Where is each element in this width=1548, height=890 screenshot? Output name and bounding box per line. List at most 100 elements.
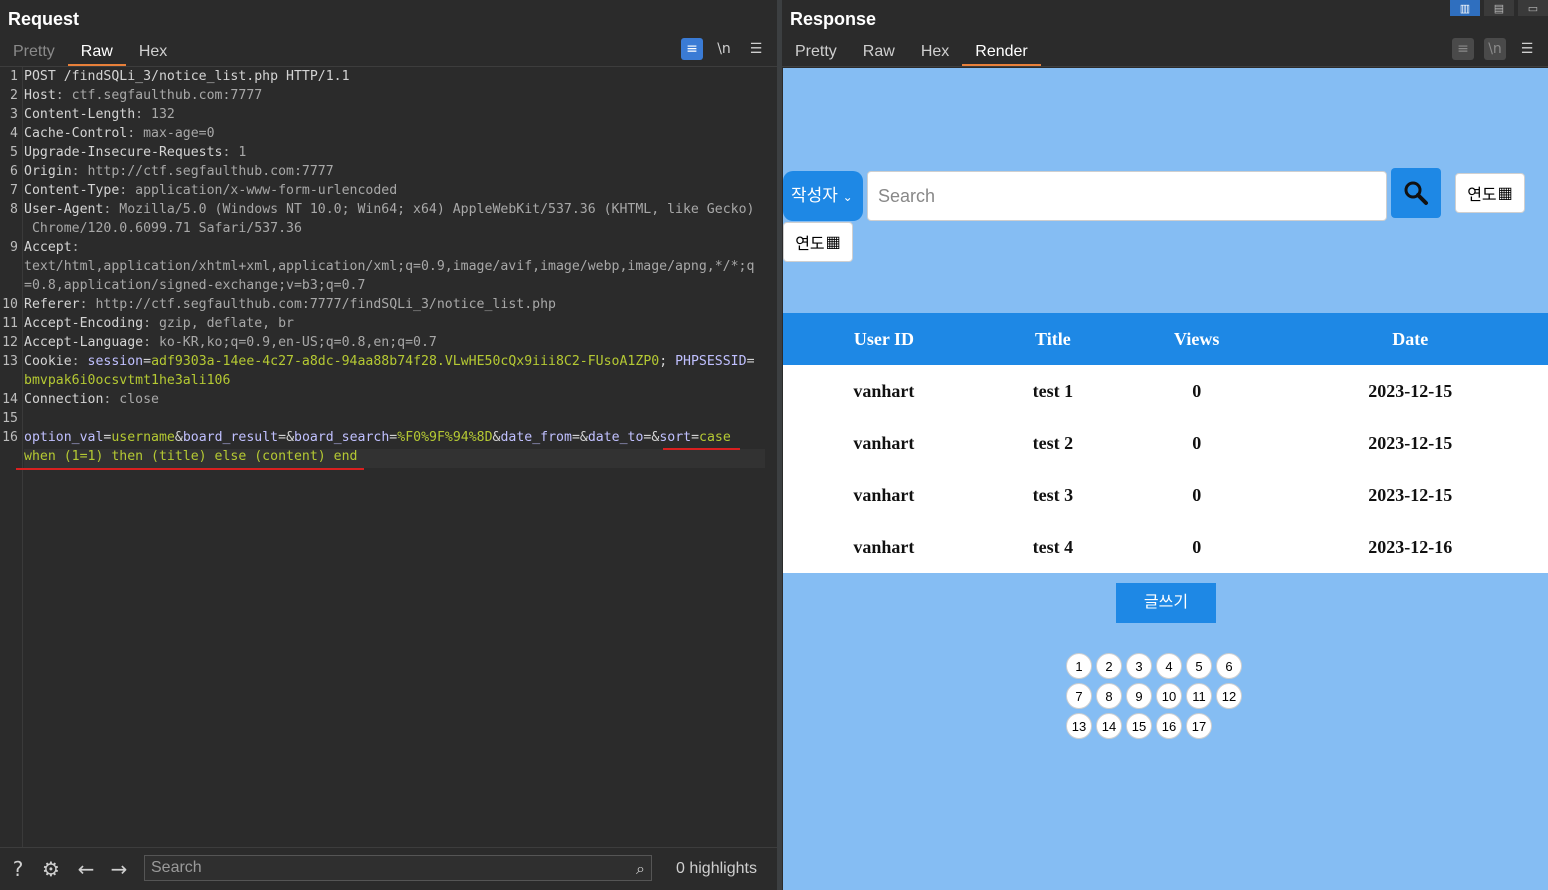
- response-tab-raw[interactable]: Raw: [850, 42, 908, 64]
- page-link[interactable]: 4: [1156, 653, 1182, 679]
- page-link[interactable]: 14: [1096, 713, 1122, 739]
- token: board_search: [294, 430, 390, 445]
- newline-toggle-icon[interactable]: \n: [1484, 38, 1506, 60]
- code-line: 4 Cache-Control: max-age=0: [0, 124, 777, 143]
- page-link[interactable]: 12: [1216, 683, 1242, 709]
- token: =0.8,application/signed-exchange;v=b3;q=…: [24, 278, 366, 293]
- table-cell: test 1: [984, 365, 1121, 417]
- newline-toggle-icon[interactable]: \n: [713, 38, 735, 60]
- token: User-Agent: [24, 202, 104, 217]
- token: =&: [571, 430, 588, 445]
- line-text: Content-Type: application/x-www-form-url…: [24, 181, 397, 200]
- token: date_to: [587, 430, 644, 445]
- date-from-input[interactable]: 연도 ▦: [1455, 173, 1525, 213]
- line-text: option_val=username&board_result=&board_…: [24, 428, 731, 447]
- token: session: [87, 354, 144, 369]
- page-link[interactable]: 8: [1096, 683, 1122, 709]
- table-cell: 2023-12-15: [1272, 417, 1548, 469]
- menu-icon[interactable]: ☰: [1516, 38, 1538, 60]
- table-row[interactable]: vanhart test 1 0 2023-12-15: [783, 365, 1548, 417]
- split-horizontal-icon[interactable]: ▥: [1450, 0, 1480, 16]
- code-line: 11 Accept-Encoding: gzip, deflate, br: [0, 314, 777, 333]
- token: case: [699, 430, 731, 445]
- table-row[interactable]: vanhart test 4 0 2023-12-16: [783, 521, 1548, 573]
- page-link[interactable]: 10: [1156, 683, 1182, 709]
- page-link[interactable]: 17: [1186, 713, 1212, 739]
- forward-arrow-icon[interactable]: →: [106, 856, 132, 882]
- menu-icon[interactable]: ☰: [745, 38, 767, 60]
- line-text: when (1=1) then (title) else (content) e…: [24, 447, 357, 466]
- page-link[interactable]: 3: [1126, 653, 1152, 679]
- table-row[interactable]: vanhart test 3 0 2023-12-15: [783, 469, 1548, 521]
- settings-gear-icon[interactable]: ⚙: [38, 856, 64, 882]
- request-tab-hex[interactable]: Hex: [126, 42, 180, 64]
- token: =: [746, 354, 755, 369]
- line-text: Upgrade-Insecure-Requests: 1: [24, 143, 246, 162]
- page-link[interactable]: 16: [1156, 713, 1182, 739]
- request-tabs: Pretty Raw Hex: [0, 42, 180, 66]
- annotation-underline: [663, 448, 740, 450]
- help-icon[interactable]: ?: [5, 856, 31, 882]
- token: : 1: [222, 145, 247, 160]
- page-link[interactable]: 15: [1126, 713, 1152, 739]
- layout-toggle: ▥ ▤ ▭: [1450, 0, 1548, 16]
- response-tab-hex[interactable]: Hex: [908, 42, 962, 64]
- token: Cookie: [24, 354, 72, 369]
- chevron-down-icon: ⌄: [842, 190, 853, 204]
- bottom-bar: ? ⚙ ← → Search ⌕ 0 highlights: [0, 847, 777, 890]
- token: board_result: [182, 430, 279, 445]
- split-vertical-icon[interactable]: ▤: [1484, 0, 1514, 16]
- token: : close: [103, 392, 159, 407]
- request-tab-pretty[interactable]: Pretty: [0, 42, 68, 64]
- line-number: 4: [10, 126, 18, 141]
- page-link[interactable]: 2: [1096, 653, 1122, 679]
- token: PHPSESSID: [675, 354, 747, 369]
- search-button[interactable]: [1391, 168, 1441, 218]
- search-icon[interactable]: ⌕: [636, 858, 645, 882]
- page-link[interactable]: 9: [1126, 683, 1152, 709]
- request-tab-raw[interactable]: Raw: [67, 42, 126, 66]
- board-search-input[interactable]: Search: [867, 171, 1387, 221]
- response-tab-pretty[interactable]: Pretty: [782, 42, 850, 64]
- line-text: Accept:: [24, 238, 80, 257]
- line-text: Referer: http://ctf.segfaulthub.com:7777…: [24, 295, 556, 314]
- line-text: Accept-Encoding: gzip, deflate, br: [24, 314, 294, 333]
- raw-request-editor[interactable]: 1 POST /findSQLi_3/notice_list.php HTTP/1…: [0, 67, 777, 848]
- line-text: POST /findSQLi_3/notice_list.php HTTP/1.…: [24, 67, 350, 86]
- page-link[interactable]: 7: [1066, 683, 1092, 709]
- response-tab-render[interactable]: Render: [962, 42, 1042, 66]
- code-line: 7 Content-Type: application/x-www-form-ur…: [0, 181, 777, 200]
- wrap-lines-icon[interactable]: ≡: [1452, 38, 1474, 60]
- line-number: 15: [2, 411, 18, 426]
- write-button[interactable]: 글쓰기: [1116, 583, 1216, 623]
- table-row[interactable]: vanhart test 2 0 2023-12-15: [783, 417, 1548, 469]
- highlights-count: 0 highlights: [676, 860, 757, 877]
- request-toolbar: ≡ \n ☰: [681, 38, 767, 60]
- line-text: Content-Length: 132: [24, 105, 175, 124]
- date-to-input[interactable]: 연도 ▦: [783, 222, 853, 262]
- token: : 132: [135, 107, 175, 122]
- token: Chrome/120.0.6099.71 Safari/537.36: [24, 221, 302, 236]
- page-link[interactable]: 1: [1066, 653, 1092, 679]
- token: : Mozilla/5.0 (Windows NT 10.0; Win64; x…: [103, 202, 755, 217]
- code-line: 10 Referer: http://ctf.segfaulthub.com:77…: [0, 295, 777, 314]
- page-link[interactable]: 6: [1216, 653, 1242, 679]
- page-link[interactable]: 5: [1186, 653, 1212, 679]
- back-arrow-icon[interactable]: ←: [73, 856, 99, 882]
- pagination: 1 2 3 4 5 6 7 8 9 10 11 12 13 14 15 16 17: [1066, 653, 1248, 739]
- single-pane-icon[interactable]: ▭: [1518, 0, 1548, 16]
- page-link[interactable]: 11: [1186, 683, 1212, 709]
- search-option-select[interactable]: 작성자 ⌄: [783, 171, 863, 221]
- table-cell: 0: [1120, 521, 1273, 573]
- wrap-lines-icon[interactable]: ≡: [681, 38, 703, 60]
- token: Cache-Control: [24, 126, 128, 141]
- table-cell: test 4: [984, 521, 1121, 573]
- response-title: Response: [790, 9, 877, 29]
- token: Upgrade-Insecure-Requests: [24, 145, 223, 160]
- table-header: User ID Title Views Date: [783, 313, 1548, 365]
- table-cell: test 3: [984, 469, 1121, 521]
- page-link[interactable]: 13: [1066, 713, 1092, 739]
- annotation-underline: [16, 468, 364, 470]
- search-input[interactable]: Search ⌕: [144, 855, 652, 881]
- token: : gzip, deflate, br: [143, 316, 294, 331]
